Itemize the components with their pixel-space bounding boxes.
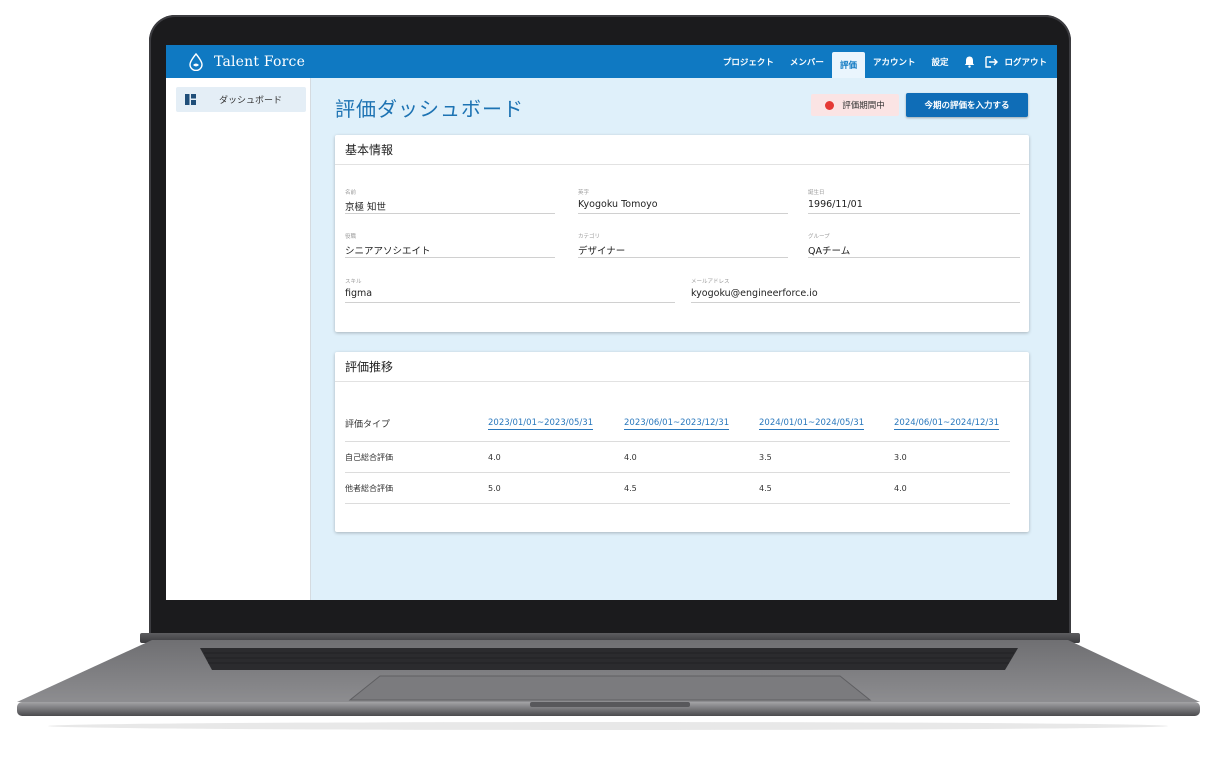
- nav-item-evaluation[interactable]: 評価: [831, 52, 865, 78]
- dashboard-icon: [185, 94, 196, 105]
- evaluation-history-card: 評価推移 評価タイプ 2023/01/01~2023/05/31 2023/06…: [335, 352, 1029, 532]
- enter-evaluation-button[interactable]: 今期の評価を入力する: [906, 93, 1028, 117]
- period-link[interactable]: 2024/06/01~2024/12/31: [894, 416, 1000, 430]
- status-label: 評価期間中: [842, 101, 885, 111]
- field-label: スキル: [345, 279, 362, 285]
- logout-button[interactable]: ログアウト: [985, 55, 1047, 68]
- field-value: シニアアソシエイト: [345, 241, 555, 258]
- score-cell: 4.5: [624, 483, 637, 493]
- field-label: カテゴリ: [578, 234, 601, 240]
- field-email: メールアドレス kyogoku@engineerforce.io: [691, 277, 1020, 303]
- nav-item-projects[interactable]: プロジェクト: [715, 45, 782, 78]
- status-dot-icon: [825, 100, 835, 110]
- nav-item-settings[interactable]: 設定: [923, 45, 956, 78]
- field-label: 名前: [345, 190, 357, 196]
- score-cell: 4.5: [759, 483, 772, 493]
- score-cell: 3.0: [894, 452, 907, 462]
- page-title: 評価ダッシュボード: [335, 97, 524, 121]
- field-group: グループ QAチーム: [808, 232, 1020, 258]
- score-cell: 5.0: [488, 483, 501, 493]
- nav-menu: プロジェクト メンバー 評価 アカウント 設定 ログアウト: [715, 45, 1047, 78]
- row-label: 他者総合評価: [345, 483, 393, 493]
- sidebar-item-dashboard[interactable]: ダッシュボード: [176, 87, 306, 112]
- row-label: 自己総合評価: [345, 452, 393, 462]
- field-value: Kyogoku Tomoyo: [578, 197, 788, 214]
- keyboard-deck: [17, 640, 1200, 730]
- score-cell: 3.5: [759, 452, 772, 462]
- field-label: 英字: [578, 190, 590, 196]
- drop-logo-icon: [189, 52, 203, 71]
- field-value: デザイナー: [578, 241, 788, 258]
- header-eval-type: 評価タイプ: [345, 420, 391, 430]
- field-name-romaji: 英字 Kyogoku Tomoyo: [578, 188, 788, 214]
- sidebar: ダッシュボード: [166, 78, 311, 600]
- sidebar-item-label: ダッシュボード: [219, 96, 283, 106]
- period-link[interactable]: 2024/01/01~2024/05/31: [759, 416, 865, 430]
- field-label: グループ: [808, 234, 830, 240]
- logout-label: ログアウト: [1004, 57, 1047, 68]
- field-value: 1996/11/01: [808, 197, 1020, 214]
- status-badge: 評価期間中: [811, 94, 899, 116]
- evaluation-history-title: 評価推移: [335, 352, 1029, 382]
- brand[interactable]: Talent Force: [188, 45, 305, 78]
- logout-icon: [985, 55, 999, 68]
- laptop-screen: Talent Force プロジェクト メンバー 評価 アカウント 設定 ログア…: [166, 45, 1057, 600]
- nav-item-account[interactable]: アカウント: [865, 45, 924, 78]
- laptop-base: [0, 640, 1217, 776]
- score-cell: 4.0: [488, 452, 501, 462]
- field-label: 誕生日: [808, 190, 825, 196]
- field-value: kyogoku@engineerforce.io: [691, 286, 1020, 303]
- table-header-row: 評価タイプ 2023/01/01~2023/05/31 2023/06/01~2…: [345, 406, 1010, 442]
- bell-icon[interactable]: [964, 56, 975, 68]
- brand-name: Talent Force: [214, 53, 306, 70]
- period-link[interactable]: 2023/06/01~2023/12/31: [624, 416, 730, 430]
- basic-info-card: 基本情報 名前 京極 知世 英字 Kyogoku Tomoyo 誕生日 1996…: [335, 135, 1029, 332]
- field-name: 名前 京極 知世: [345, 188, 555, 214]
- period-link[interactable]: 2023/01/01~2023/05/31: [488, 416, 594, 430]
- table-row: 自己総合評価 4.0 4.0 3.5 3.0: [345, 442, 1010, 473]
- evaluation-history-table: 評価タイプ 2023/01/01~2023/05/31 2023/06/01~2…: [345, 406, 1010, 504]
- field-label: 役職: [345, 234, 357, 240]
- field-birthday: 誕生日 1996/11/01: [808, 188, 1020, 214]
- field-value: QAチーム: [808, 241, 1020, 258]
- basic-info-title: 基本情報: [335, 135, 1029, 165]
- field-skill: スキル figma: [345, 277, 675, 303]
- field-position: 役職 シニアアソシエイト: [345, 232, 555, 258]
- field-value: figma: [345, 286, 675, 303]
- nav-item-members[interactable]: メンバー: [782, 45, 832, 78]
- field-category: カテゴリ デザイナー: [578, 232, 788, 258]
- field-value: 京極 知世: [345, 197, 555, 214]
- table-row: 他者総合評価 5.0 4.5 4.5 4.0: [345, 473, 1010, 504]
- field-label: メールアドレス: [691, 279, 730, 285]
- score-cell: 4.0: [894, 483, 907, 493]
- top-navbar: Talent Force プロジェクト メンバー 評価 アカウント 設定 ログア…: [166, 45, 1057, 78]
- score-cell: 4.0: [624, 452, 637, 462]
